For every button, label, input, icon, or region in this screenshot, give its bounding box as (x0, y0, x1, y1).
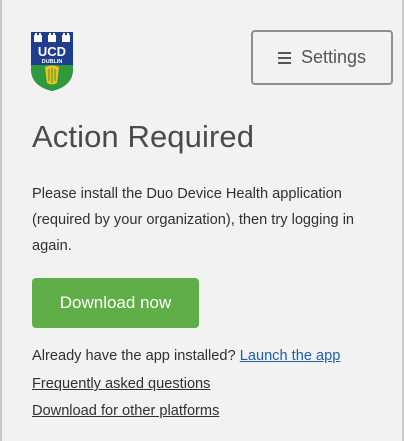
svg-text:DUBLIN: DUBLIN (42, 59, 63, 65)
other-platforms-link[interactable]: Download for other platforms (32, 403, 219, 419)
faq-link[interactable]: Frequently asked questions (32, 376, 210, 392)
launch-app-link[interactable]: Launch the app (240, 348, 341, 364)
faq-line: Frequently asked questions (32, 376, 210, 392)
settings-label: Settings (300, 47, 367, 67)
page-title: Action Required (32, 119, 255, 154)
already-installed-text: Already have the app installed? (32, 348, 236, 364)
settings-button[interactable]: Settings (251, 30, 393, 85)
hamburger-menu-icon (277, 51, 291, 64)
ucd-logo: UCD DUBLIN (31, 32, 73, 91)
already-installed-line: Already have the app installed? Launch t… (32, 348, 340, 364)
duo-prompt-frame: UCD DUBLIN Settings Action Required Plea… (0, 0, 404, 441)
install-message: Please install the Duo Device Health app… (32, 186, 355, 254)
svg-text:UCD: UCD (38, 44, 66, 59)
download-now-button[interactable]: Download now (32, 278, 199, 328)
other-platforms-line: Download for other platforms (32, 403, 219, 419)
